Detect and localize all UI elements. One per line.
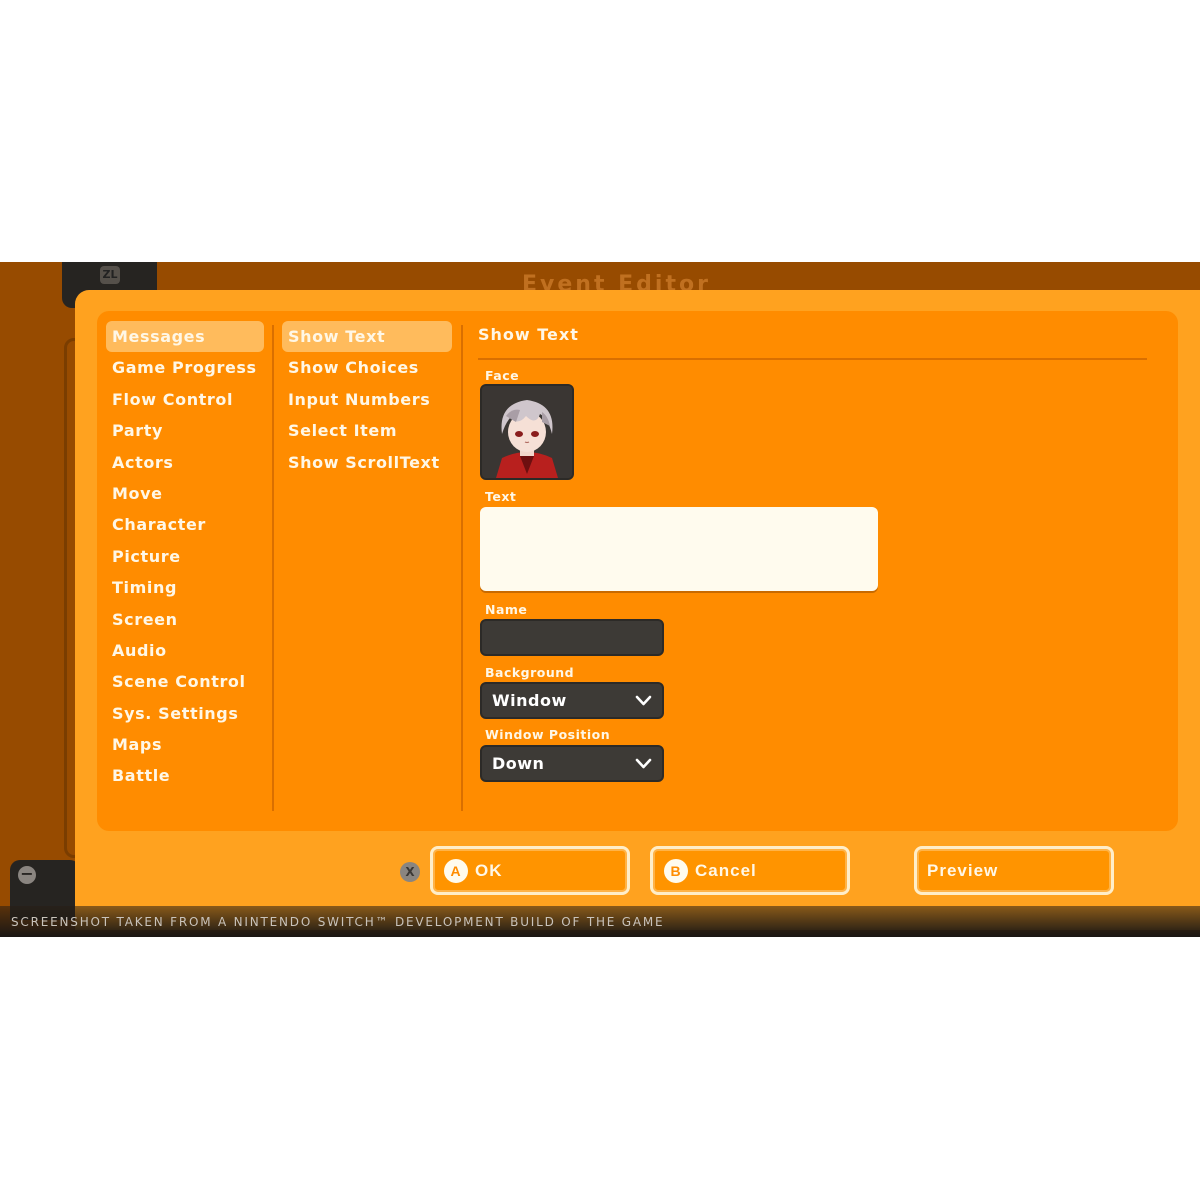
game-screen: ZL Event Editor − Messages Game Progress F…	[0, 262, 1200, 937]
category-item-game-progress[interactable]: Game Progress	[106, 352, 264, 383]
command-item-select-item[interactable]: Select Item	[282, 415, 452, 446]
event-editor-dialog: Messages Game Progress Flow Control Party Ac…	[75, 290, 1200, 930]
command-item-show-scrolltext[interactable]: Show ScrollText	[282, 447, 452, 478]
category-item-sys-settings[interactable]: Sys. Settings	[106, 698, 264, 729]
category-item-battle[interactable]: Battle	[106, 760, 264, 791]
a-button-icon: A	[444, 859, 468, 883]
category-item-messages[interactable]: Messages	[106, 321, 264, 353]
window-position-select[interactable]: Down	[480, 745, 664, 782]
category-item-maps[interactable]: Maps	[106, 729, 264, 760]
preview-button-label: Preview	[927, 861, 999, 880]
category-item-party[interactable]: Party	[106, 415, 264, 446]
b-button-icon: B	[664, 859, 688, 883]
column-divider	[272, 325, 274, 811]
ok-button[interactable]: A OK	[430, 846, 630, 895]
command-item-show-choices[interactable]: Show Choices	[282, 352, 452, 383]
x-button-icon: X	[400, 862, 420, 882]
category-item-screen[interactable]: Screen	[106, 604, 264, 635]
category-item-flow-control[interactable]: Flow Control	[106, 384, 264, 415]
chevron-down-icon	[635, 695, 652, 706]
minus-button-icon: −	[18, 866, 36, 884]
background-select-value: Window	[492, 691, 567, 710]
portrait-icon	[482, 386, 572, 478]
category-item-character[interactable]: Character	[106, 509, 264, 540]
window-position-label: Window Position	[485, 727, 611, 742]
command-item-show-text[interactable]: Show Text	[282, 321, 452, 353]
show-text-pane: Show Text Face Text Name Background Wind…	[478, 321, 1168, 821]
category-item-picture[interactable]: Picture	[106, 541, 264, 572]
chevron-down-icon	[635, 758, 652, 769]
face-label: Face	[485, 368, 520, 383]
command-list: Show Text Show Choices Input Numbers Select…	[282, 321, 452, 478]
ok-button-label: OK	[475, 861, 503, 880]
category-list: Messages Game Progress Flow Control Party Ac…	[106, 321, 264, 792]
category-item-timing[interactable]: Timing	[106, 572, 264, 603]
name-input[interactable]	[480, 619, 664, 656]
cancel-button-label: Cancel	[695, 861, 757, 880]
window-position-select-value: Down	[492, 754, 545, 773]
message-text-input[interactable]	[480, 507, 878, 591]
preview-button[interactable]: Preview	[914, 846, 1114, 895]
name-label: Name	[485, 602, 528, 617]
face-selector[interactable]	[480, 384, 574, 480]
category-item-audio[interactable]: Audio	[106, 635, 264, 666]
cancel-button[interactable]: B Cancel	[650, 846, 850, 895]
category-item-scene-control[interactable]: Scene Control	[106, 666, 264, 697]
screenshot-caption: SCREENSHOT TAKEN FROM A NINTENDO SWITCH™…	[11, 915, 665, 929]
category-item-move[interactable]: Move	[106, 478, 264, 509]
pane-divider	[478, 358, 1147, 360]
zl-button-icon: ZL	[100, 266, 120, 284]
background-select[interactable]: Window	[480, 682, 664, 719]
command-panel: Messages Game Progress Flow Control Party Ac…	[97, 311, 1178, 831]
command-item-input-numbers[interactable]: Input Numbers	[282, 384, 452, 415]
category-item-actors[interactable]: Actors	[106, 447, 264, 478]
text-label: Text	[485, 489, 517, 504]
background-label: Background	[485, 665, 575, 680]
column-divider	[461, 325, 463, 811]
pane-title: Show Text	[478, 325, 579, 344]
